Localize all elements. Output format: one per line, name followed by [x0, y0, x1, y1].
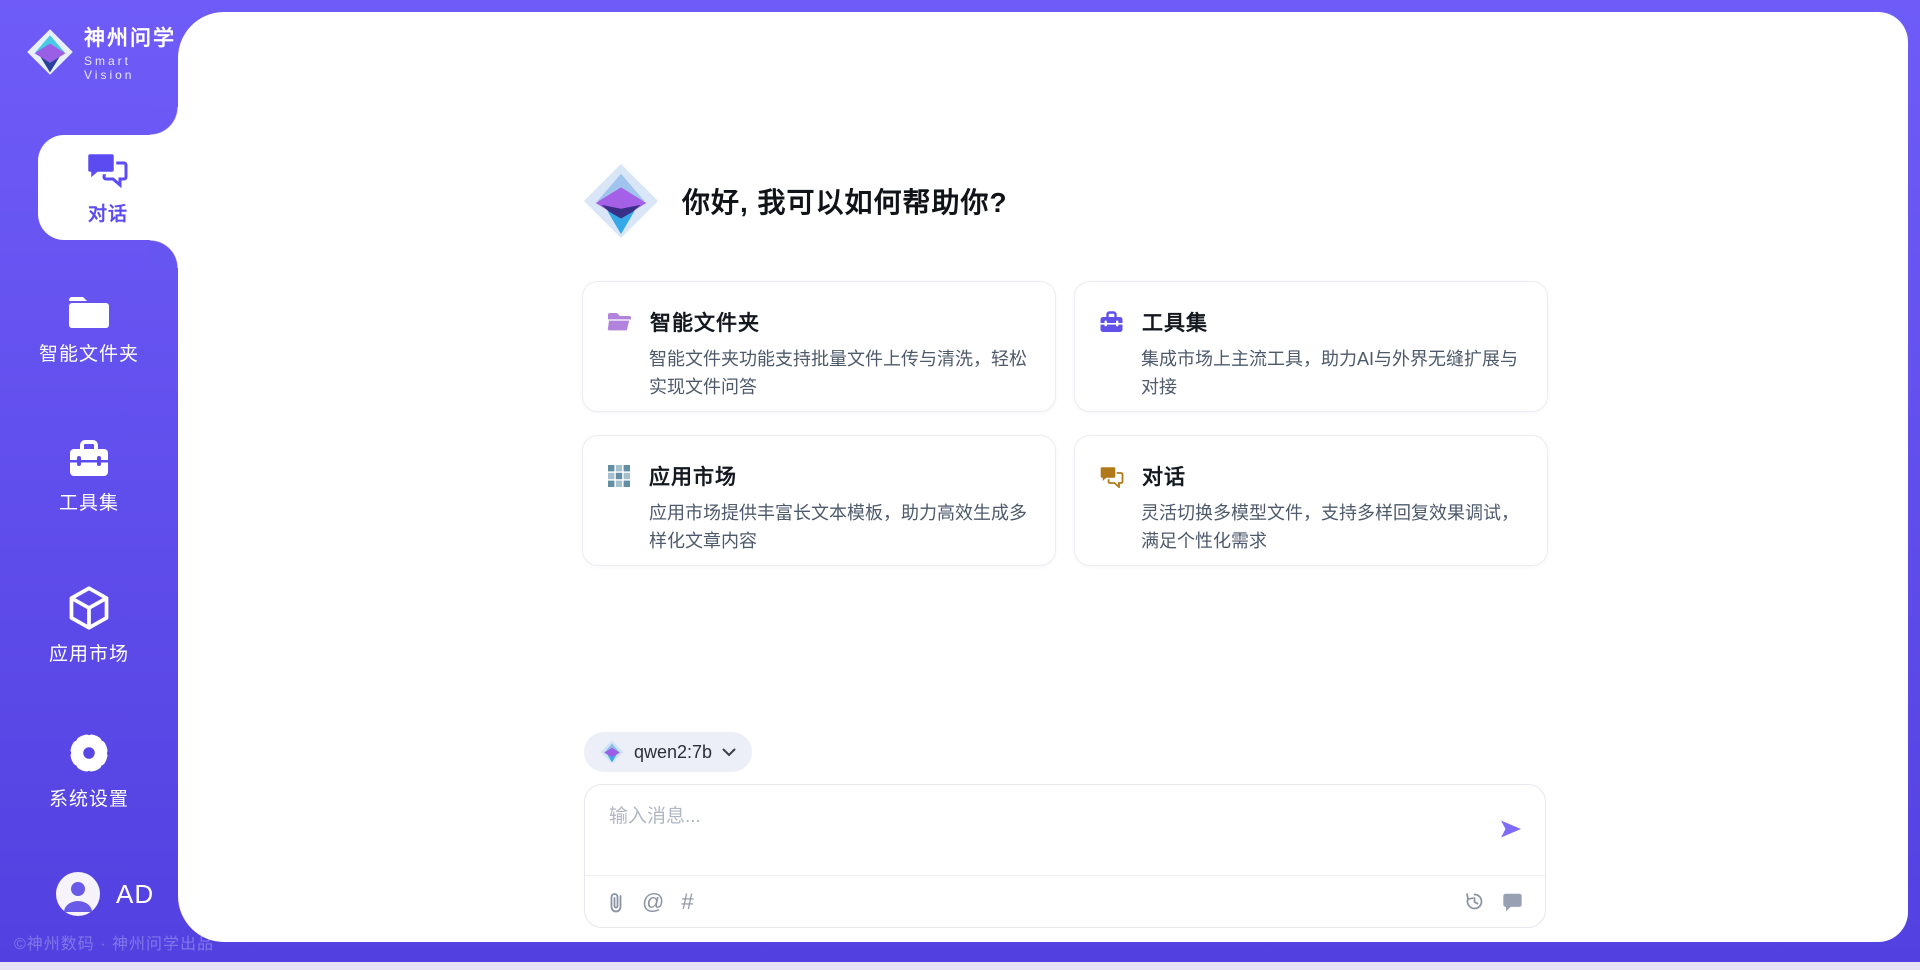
folder-icon: [67, 293, 111, 331]
main-panel: 你好, 我可以如何帮助你? 智能文件夹 智能文件夹功能支持批量文件上传与清洗，轻…: [178, 12, 1908, 942]
card-toolset[interactable]: 工具集 集成市场上主流工具，助力AI与外界无缝扩展与对接: [1074, 281, 1548, 412]
greeting-title: 你好, 我可以如何帮助你?: [682, 181, 1008, 221]
sidebar-item-smart-folder[interactable]: 智能文件夹: [0, 293, 178, 366]
tab-curve-top: [150, 107, 178, 135]
card-description: 智能文件夹功能支持批量文件上传与清洗，轻松实现文件问答: [649, 346, 1031, 402]
sidebar: 神州问学 Smart Vision 对话 智能文件夹: [0, 0, 178, 970]
history-icon[interactable]: [1464, 891, 1485, 912]
hash-icon[interactable]: #: [681, 891, 693, 913]
chat-bubbles-icon: [1099, 465, 1124, 488]
horizontal-scrollbar[interactable]: [0, 962, 1920, 970]
card-smart-folder[interactable]: 智能文件夹 智能文件夹功能支持批量文件上传与清洗，轻松实现文件问答: [582, 281, 1056, 412]
greeting-row: 你好, 我可以如何帮助你?: [582, 162, 1008, 240]
copyright-footer: ©神州数码 · 神州问学出品: [14, 930, 214, 954]
toolbox-icon: [67, 438, 111, 480]
diamond-logo-icon: [582, 162, 660, 240]
message-composer: @ #: [584, 784, 1546, 928]
model-selector[interactable]: qwen2:7b: [584, 732, 752, 772]
sidebar-item-label: 系统设置: [49, 784, 129, 811]
brand-subtitle: Smart Vision: [84, 54, 178, 82]
chat-bubbles-icon: [85, 149, 131, 191]
toolbox-icon: [1099, 310, 1124, 334]
card-app-market[interactable]: 应用市场 应用市场提供丰富长文本模板，助力高效生成多样化文章内容: [582, 435, 1056, 566]
sidebar-item-chat[interactable]: 对话: [38, 135, 178, 240]
tab-curve-bottom: [150, 240, 178, 268]
cube-icon: [67, 585, 111, 631]
card-title: 工具集: [1142, 307, 1208, 337]
paperclip-icon[interactable]: [607, 891, 625, 913]
user-initials: AD: [116, 879, 154, 910]
sidebar-item-settings[interactable]: 系统设置: [0, 730, 178, 811]
avatar: [56, 872, 100, 916]
brand-logo: 神州问学 Smart Vision: [26, 22, 178, 82]
sidebar-item-label: 工具集: [59, 488, 119, 515]
diamond-logo-icon: [600, 740, 624, 764]
card-title: 对话: [1142, 461, 1186, 491]
sidebar-item-app-market[interactable]: 应用市场: [0, 585, 178, 666]
card-description: 应用市场提供丰富长文本模板，助力高效生成多样化文章内容: [649, 500, 1031, 556]
gear-icon: [66, 730, 112, 776]
card-chat[interactable]: 对话 灵活切换多模型文件，支持多样回复效果调试，满足个性化需求: [1074, 435, 1548, 566]
sidebar-item-toolset[interactable]: 工具集: [0, 438, 178, 515]
card-description: 灵活切换多模型文件，支持多样回复效果调试，满足个性化需求: [1141, 500, 1523, 556]
sidebar-item-label: 应用市场: [49, 639, 129, 666]
message-input[interactable]: [609, 801, 1469, 861]
chevron-down-icon: [722, 748, 736, 757]
send-icon[interactable]: [1497, 815, 1525, 843]
user-profile[interactable]: AD: [56, 872, 154, 916]
message-bubble-icon[interactable]: [1502, 892, 1523, 912]
card-description: 集成市场上主流工具，助力AI与外界无缝扩展与对接: [1141, 346, 1523, 402]
at-mention-icon[interactable]: @: [642, 891, 664, 913]
brand-name: 神州问学: [84, 22, 178, 52]
diamond-logo-icon: [26, 28, 74, 76]
card-title: 智能文件夹: [650, 307, 760, 337]
model-name: qwen2:7b: [634, 742, 712, 763]
feature-cards: 智能文件夹 智能文件夹功能支持批量文件上传与清洗，轻松实现文件问答: [582, 281, 1548, 566]
sidebar-item-label: 智能文件夹: [39, 339, 139, 366]
grid-icon: [607, 464, 631, 488]
folder-icon: [607, 311, 632, 333]
sidebar-item-label: 对话: [88, 199, 128, 226]
card-title: 应用市场: [649, 461, 737, 491]
